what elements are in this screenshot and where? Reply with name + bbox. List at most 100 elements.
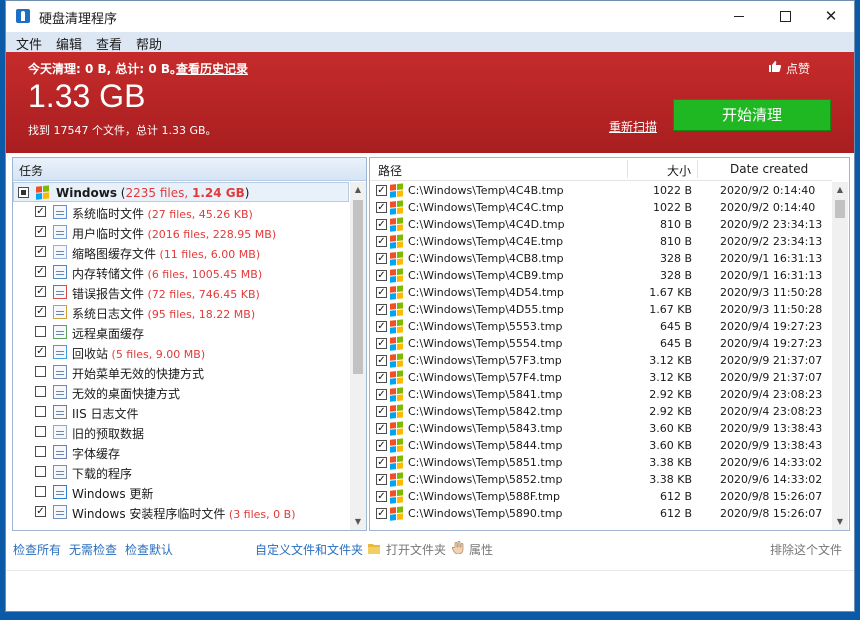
scroll-up-icon[interactable]: ▲ [832, 182, 848, 198]
file-row[interactable]: ✓ C:\Windows\Temp\4D54.tmp 1.67 KB 2020/9/3… [370, 284, 832, 301]
file-row[interactable]: ✓ C:\Windows\Temp\5844.tmp 3.60 KB 2020/9/9… [370, 437, 832, 454]
task-checkbox[interactable] [35, 446, 46, 457]
task-group-windows[interactable]: Windows (2235 files, 1.24 GB) [13, 182, 349, 202]
menu-file[interactable]: 文件 [16, 34, 42, 53]
group-checkbox[interactable] [18, 187, 29, 198]
task-checkbox[interactable] [35, 326, 46, 337]
task-item[interactable]: ✓ 回收站 (5 files, 9.00 MB) [13, 342, 349, 362]
scroll-thumb[interactable] [353, 200, 363, 374]
scroll-down-icon[interactable]: ▼ [832, 514, 848, 530]
file-checkbox[interactable]: ✓ [376, 491, 387, 502]
file-checkbox[interactable]: ✓ [376, 508, 387, 519]
minimize-button[interactable] [716, 1, 762, 32]
exclude-file-button[interactable]: 排除这个文件 [770, 541, 842, 558]
file-row[interactable]: ✓ C:\Windows\Temp\5890.tmp 612 B 2020/9/8 1… [370, 505, 832, 522]
task-checkbox[interactable]: ✓ [35, 246, 46, 257]
file-checkbox[interactable]: ✓ [376, 423, 387, 434]
file-row[interactable]: ✓ C:\Windows\Temp\4CB8.tmp 328 B 2020/9/1 1… [370, 250, 832, 267]
file-row[interactable]: ✓ C:\Windows\Temp\4C4B.tmp 1022 B 2020/9/2 … [370, 182, 832, 199]
scroll-thumb[interactable] [835, 200, 845, 218]
custom-files-link[interactable]: 自定义文件和文件夹 [255, 541, 363, 558]
menu-edit[interactable]: 编辑 [56, 34, 82, 53]
task-item[interactable]: ✓ 系统临时文件 (27 files, 45.26 KB) [13, 202, 349, 222]
task-checkbox[interactable] [35, 466, 46, 477]
task-item[interactable]: Windows 更新 [13, 482, 349, 502]
file-checkbox[interactable]: ✓ [376, 474, 387, 485]
rescan-link[interactable]: 重新扫描 [609, 118, 657, 135]
task-item[interactable]: 远程桌面缓存 [13, 322, 349, 342]
file-checkbox[interactable]: ✓ [376, 372, 387, 383]
column-path[interactable]: 路径 [378, 162, 402, 179]
file-row[interactable]: ✓ C:\Windows\Temp\5553.tmp 645 B 2020/9/4 1… [370, 318, 832, 335]
task-checkbox[interactable]: ✓ [35, 266, 46, 277]
file-scrollbar[interactable]: ▲ ▼ [832, 182, 848, 530]
task-checkbox[interactable] [35, 406, 46, 417]
file-row[interactable]: ✓ C:\Windows\Temp\57F4.tmp 3.12 KB 2020/9/9… [370, 369, 832, 386]
task-item[interactable]: ✓ Windows 安装程序临时文件 (3 files, 0 B) [13, 502, 349, 522]
history-link[interactable]: 查看历史记录 [176, 60, 248, 77]
file-checkbox[interactable]: ✓ [376, 304, 387, 315]
file-checkbox[interactable]: ✓ [376, 321, 387, 332]
like-button[interactable]: 点赞 [769, 60, 810, 77]
file-checkbox[interactable]: ✓ [376, 389, 387, 400]
file-row[interactable]: ✓ C:\Windows\Temp\5841.tmp 2.92 KB 2020/9/4… [370, 386, 832, 403]
task-checkbox[interactable]: ✓ [35, 286, 46, 297]
task-item[interactable]: 字体缓存 [13, 442, 349, 462]
properties-button[interactable]: 属性 [469, 541, 493, 558]
file-row[interactable]: ✓ C:\Windows\Temp\5851.tmp 3.38 KB 2020/9/6… [370, 454, 832, 471]
file-checkbox[interactable]: ✓ [376, 440, 387, 451]
check-default-link[interactable]: 检查默认 [125, 541, 173, 558]
task-item[interactable]: ✓ 系统日志文件 (95 files, 18.22 MB) [13, 302, 349, 322]
file-row[interactable]: ✓ C:\Windows\Temp\5843.tmp 3.60 KB 2020/9/9… [370, 420, 832, 437]
task-item[interactable]: ✓ 用户临时文件 (2016 files, 228.95 MB) [13, 222, 349, 242]
file-row[interactable]: ✓ C:\Windows\Temp\5554.tmp 645 B 2020/9/4 1… [370, 335, 832, 352]
task-item[interactable]: 开始菜单无效的快捷方式 [13, 362, 349, 382]
file-checkbox[interactable]: ✓ [376, 457, 387, 468]
task-item[interactable]: 旧的预取数据 [13, 422, 349, 442]
task-checkbox[interactable]: ✓ [35, 306, 46, 317]
task-checkbox[interactable]: ✓ [35, 206, 46, 217]
task-item[interactable]: 下载的程序 [13, 462, 349, 482]
task-checkbox[interactable] [35, 426, 46, 437]
check-all-link[interactable]: 检查所有 [13, 541, 61, 558]
file-row[interactable]: ✓ C:\Windows\Temp\5842.tmp 2.92 KB 2020/9/4… [370, 403, 832, 420]
task-scrollbar[interactable]: ▲ ▼ [350, 182, 366, 530]
start-clean-button[interactable]: 开始清理 [673, 99, 831, 131]
file-row[interactable]: ✓ C:\Windows\Temp\4D55.tmp 1.67 KB 2020/9/3… [370, 301, 832, 318]
task-checkbox[interactable]: ✓ [35, 226, 46, 237]
file-row[interactable]: ✓ C:\Windows\Temp\4C4D.tmp 810 B 2020/9/2 2… [370, 216, 832, 233]
task-checkbox[interactable] [35, 366, 46, 377]
task-item[interactable]: ✓ 缩略图缓存文件 (11 files, 6.00 MB) [13, 242, 349, 262]
task-checkbox[interactable] [35, 486, 46, 497]
file-row[interactable]: ✓ C:\Windows\Temp\4C4C.tmp 1022 B 2020/9/2 … [370, 199, 832, 216]
task-checkbox[interactable] [35, 386, 46, 397]
file-checkbox[interactable]: ✓ [376, 236, 387, 247]
task-item[interactable]: ✓ 错误报告文件 (72 files, 746.45 KB) [13, 282, 349, 302]
task-checkbox[interactable]: ✓ [35, 506, 46, 517]
maximize-button[interactable] [762, 1, 808, 32]
file-checkbox[interactable]: ✓ [376, 270, 387, 281]
file-row[interactable]: ✓ C:\Windows\Temp\4C4E.tmp 810 B 2020/9/2 2… [370, 233, 832, 250]
file-row[interactable]: ✓ C:\Windows\Temp\4CB9.tmp 328 B 2020/9/1 1… [370, 267, 832, 284]
close-button[interactable]: ✕ [808, 1, 854, 32]
task-item[interactable]: IIS 日志文件 [13, 402, 349, 422]
column-date[interactable]: Date created [730, 162, 808, 176]
task-checkbox[interactable]: ✓ [35, 346, 46, 357]
check-none-link[interactable]: 无需检查 [69, 541, 117, 558]
menu-help[interactable]: 帮助 [136, 34, 162, 53]
file-checkbox[interactable]: ✓ [376, 287, 387, 298]
file-checkbox[interactable]: ✓ [376, 355, 387, 366]
open-folder-button[interactable]: 打开文件夹 [386, 541, 446, 558]
scroll-up-icon[interactable]: ▲ [350, 182, 366, 198]
file-row[interactable]: ✓ C:\Windows\Temp\5852.tmp 3.38 KB 2020/9/6… [370, 471, 832, 488]
task-item[interactable]: ✓ 内存转储文件 (6 files, 1005.45 MB) [13, 262, 349, 282]
file-checkbox[interactable]: ✓ [376, 219, 387, 230]
task-item[interactable]: 无效的桌面快捷方式 [13, 382, 349, 402]
file-row[interactable]: ✓ C:\Windows\Temp\588F.tmp 612 B 2020/9/8 1… [370, 488, 832, 505]
file-checkbox[interactable]: ✓ [376, 202, 387, 213]
file-checkbox[interactable]: ✓ [376, 338, 387, 349]
file-checkbox[interactable]: ✓ [376, 406, 387, 417]
column-size[interactable]: 大小 [667, 162, 691, 179]
scroll-down-icon[interactable]: ▼ [350, 514, 366, 530]
menu-view[interactable]: 查看 [96, 34, 122, 53]
